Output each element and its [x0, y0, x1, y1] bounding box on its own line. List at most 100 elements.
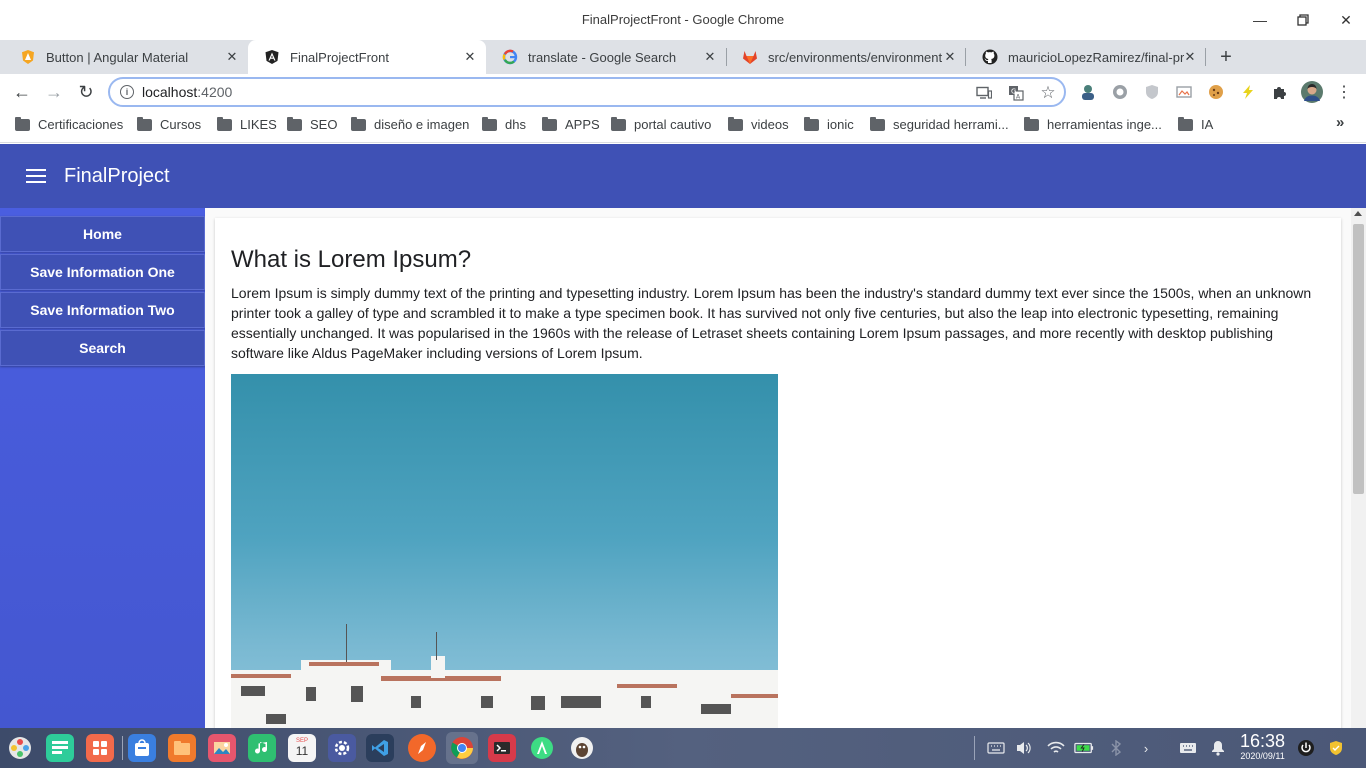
- close-tab-icon[interactable]: ✕: [224, 49, 240, 65]
- launcher-icon[interactable]: [6, 734, 34, 762]
- forward-arrow-icon[interactable]: →: [42, 80, 66, 104]
- site-info-icon[interactable]: i: [120, 85, 134, 99]
- bookmark-folder[interactable]: SEO: [287, 116, 337, 132]
- extension-icon[interactable]: [1110, 82, 1130, 102]
- extensions-puzzle-icon[interactable]: [1270, 82, 1290, 102]
- bookmark-folder[interactable]: herramientas inge...: [1024, 116, 1162, 132]
- gimp-icon[interactable]: [568, 734, 596, 762]
- terminal-icon[interactable]: [488, 734, 516, 762]
- folder-icon: [287, 116, 302, 131]
- bookmark-folder[interactable]: LIKES: [217, 116, 277, 132]
- article-body: Lorem Ipsum is simply dummy text of the …: [231, 285, 1312, 361]
- tab-label: mauricioLopezRamirez/final-pr: [1008, 49, 1184, 65]
- screenshot-extension-icon[interactable]: [1174, 82, 1194, 102]
- android-studio-icon[interactable]: [528, 734, 556, 762]
- bookmark-folder[interactable]: Cursos: [137, 116, 201, 132]
- app-store-icon[interactable]: [128, 734, 156, 762]
- chrome-icon[interactable]: [446, 732, 478, 764]
- image-viewer-icon[interactable]: [208, 734, 236, 762]
- app-grid-icon[interactable]: [86, 734, 114, 762]
- nav-search-button[interactable]: Search: [0, 330, 205, 366]
- volume-icon[interactable]: [1014, 738, 1034, 758]
- scroll-up-arrow-icon[interactable]: [1354, 211, 1362, 216]
- url-text[interactable]: localhost:4200: [142, 84, 232, 100]
- bookmark-folder[interactable]: APPS: [542, 116, 600, 132]
- folder-icon: [351, 116, 366, 131]
- bookmark-folder[interactable]: IA: [1178, 116, 1213, 132]
- vscode-icon[interactable]: [366, 734, 394, 762]
- close-tab-icon[interactable]: ✕: [942, 49, 958, 65]
- back-arrow-icon[interactable]: ←: [10, 80, 34, 104]
- address-bar[interactable]: i localhost:4200 GA ☆: [108, 77, 1066, 107]
- bookmark-folder[interactable]: Certificaciones: [15, 116, 123, 132]
- tray-expand-icon[interactable]: ›: [1136, 738, 1156, 758]
- security-shield-icon[interactable]: [1326, 738, 1346, 758]
- bookmark-folder[interactable]: videos: [728, 116, 789, 132]
- file-manager-icon[interactable]: [168, 734, 196, 762]
- tab-gitlab-environment[interactable]: src/environments/environment ✕: [726, 40, 966, 74]
- keyboard-icon[interactable]: [986, 738, 1006, 758]
- clock-date: 2020/09/11: [1240, 751, 1285, 761]
- window-titlebar: FinalProjectFront - Google Chrome — ✕: [0, 0, 1366, 40]
- nav-home-button[interactable]: Home: [0, 216, 205, 252]
- browser-compass-icon[interactable]: [408, 734, 436, 762]
- chrome-menu-icon[interactable]: ⋮: [1334, 82, 1354, 102]
- translate-icon[interactable]: GA: [1006, 83, 1026, 103]
- keyboard-layout-icon[interactable]: [1178, 738, 1198, 758]
- angular-material-icon: [20, 49, 36, 65]
- tab-strip: Button | Angular Material ✕ FinalProject…: [0, 40, 1366, 74]
- folder-icon: [542, 116, 557, 131]
- cookie-icon[interactable]: [1206, 82, 1226, 102]
- settings-gear-icon[interactable]: [328, 734, 356, 762]
- article-image: [231, 374, 778, 738]
- hamburger-menu-icon[interactable]: [26, 168, 46, 184]
- notification-bell-icon[interactable]: [1208, 738, 1228, 758]
- scroll-thumb[interactable]: [1353, 224, 1364, 494]
- bookmark-folder[interactable]: seguridad herrami...: [870, 116, 1009, 132]
- tab-github-repo[interactable]: mauricioLopezRamirez/final-pr ✕: [966, 40, 1206, 74]
- lightning-extension-icon[interactable]: [1238, 82, 1258, 102]
- tab-angular-material[interactable]: Button | Angular Material ✕: [4, 40, 248, 74]
- avatar-extension-icon[interactable]: [1078, 82, 1098, 102]
- maximize-icon[interactable]: [1291, 8, 1315, 32]
- cast-device-icon[interactable]: [974, 83, 994, 103]
- music-player-icon[interactable]: [248, 734, 276, 762]
- tab-separator: [726, 48, 727, 66]
- bookmark-folder[interactable]: portal cautivo: [611, 116, 711, 132]
- tab-label: FinalProjectFront: [290, 49, 389, 65]
- system-clock[interactable]: 16:38 2020/09/11: [1240, 732, 1285, 762]
- more-bookmarks-icon[interactable]: »: [1336, 114, 1344, 131]
- page-scrollbar[interactable]: [1351, 208, 1366, 728]
- minimize-icon[interactable]: —: [1248, 8, 1272, 32]
- nav-save-information-two-button[interactable]: Save Information Two: [0, 292, 205, 328]
- gitlab-icon: [742, 49, 758, 65]
- calendar-icon[interactable]: SEP 11: [288, 734, 316, 762]
- folder-icon: [217, 116, 232, 131]
- folder-icon: [15, 116, 30, 131]
- close-tab-icon[interactable]: ✕: [462, 49, 478, 65]
- app-title: FinalProject: [64, 165, 170, 187]
- taskbar-separator: [974, 736, 975, 760]
- bluetooth-icon[interactable]: [1106, 738, 1126, 758]
- power-icon[interactable]: [1296, 738, 1316, 758]
- profile-avatar[interactable]: [1300, 80, 1324, 104]
- tab-google-search[interactable]: translate - Google Search ✕: [486, 40, 726, 74]
- new-tab-button[interactable]: +: [1214, 46, 1238, 68]
- tab-label: src/environments/environment: [768, 49, 943, 65]
- reload-icon[interactable]: ↻: [74, 80, 98, 104]
- os-taskbar: SEP 11 › 16:38 2020/09/11: [0, 728, 1366, 768]
- close-window-icon[interactable]: ✕: [1334, 8, 1358, 32]
- bookmark-folder[interactable]: dhs: [482, 116, 526, 132]
- close-tab-icon[interactable]: ✕: [702, 49, 718, 65]
- multitasking-view-icon[interactable]: [46, 734, 74, 762]
- google-icon: [502, 49, 518, 65]
- bookmark-star-icon[interactable]: ☆: [1038, 83, 1058, 103]
- battery-icon[interactable]: [1074, 738, 1094, 758]
- tab-finalprojectfront[interactable]: FinalProjectFront ✕: [248, 40, 486, 74]
- nav-save-information-one-button[interactable]: Save Information One: [0, 254, 205, 290]
- wifi-icon[interactable]: [1046, 738, 1066, 758]
- shield-icon[interactable]: [1142, 82, 1162, 102]
- close-tab-icon[interactable]: ✕: [1182, 49, 1198, 65]
- bookmark-folder[interactable]: diseño e imagen: [351, 116, 469, 132]
- bookmark-folder[interactable]: ionic: [804, 116, 854, 132]
